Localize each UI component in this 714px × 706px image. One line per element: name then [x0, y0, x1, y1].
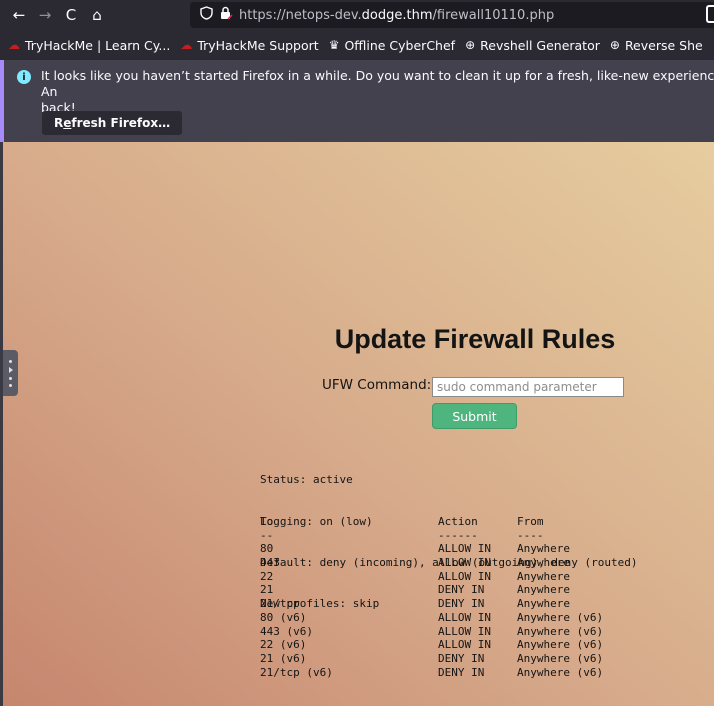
- home-button[interactable]: ⌂: [84, 2, 110, 28]
- home-icon: ⌂: [92, 6, 102, 24]
- back-button[interactable]: ←: [6, 2, 32, 28]
- column-header-action: Action: [438, 515, 478, 528]
- bookmark-label: TryHackMe Support: [197, 37, 319, 53]
- reload-icon: C: [65, 6, 77, 24]
- bookmark-item[interactable]: ♛ Offline CyberChef: [329, 38, 455, 53]
- sidebar-toggle-handle[interactable]: [3, 350, 18, 396]
- shield-icon[interactable]: [200, 6, 213, 24]
- reader-view-icon[interactable]: [706, 5, 714, 23]
- ufw-command-input[interactable]: [432, 377, 624, 397]
- bookmark-label: Offline CyberChef: [344, 37, 456, 53]
- url-host: dodge.thm: [361, 7, 433, 23]
- table-row: 22 ALLOW IN Anywhere: [260, 569, 570, 583]
- page-title: Update Firewall Rules: [334, 324, 616, 354]
- rules-separator-row: -- ------ ----: [260, 528, 544, 542]
- notification-message-line-1: It looks like you haven’t started Firefo…: [41, 68, 714, 99]
- forward-button[interactable]: →: [32, 2, 58, 28]
- refresh-firefox-button[interactable]: Refresh Firefox…: [42, 111, 183, 135]
- bookmarks-toolbar: ☁ TryHackMe | Learn Cy... ☁ TryHackMe Su…: [0, 30, 714, 60]
- globe-icon: ⊕: [609, 38, 620, 52]
- status-line: Status: active: [260, 473, 353, 487]
- bookmark-item[interactable]: ☁ TryHackMe | Learn Cy...: [8, 38, 170, 53]
- bookmark-item[interactable]: ⊕ Revshell Generator: [465, 38, 600, 53]
- refresh-firefox-notification: i It looks like you haven’t started Fire…: [0, 60, 714, 142]
- bookmark-label: TryHackMe | Learn Cy...: [25, 37, 171, 53]
- bookmark-label: Revshell Generator: [480, 37, 600, 53]
- thm-icon: ☁: [180, 38, 193, 52]
- ufw-command-label: UFW Command:: [322, 377, 432, 393]
- bookmark-item[interactable]: ⊕ Reverse She: [610, 38, 703, 53]
- table-row: 80 ALLOW IN Anywhere: [260, 542, 570, 556]
- chef-icon: ♛: [328, 38, 340, 52]
- url-path: /firewall10110.php: [432, 7, 555, 23]
- reload-button[interactable]: C: [58, 2, 84, 28]
- table-row: 21 DENY IN Anywhere: [260, 583, 570, 597]
- navigation-toolbar: ← → C ⌂ https://netops-dev.dodge.thm/fir…: [0, 0, 714, 30]
- bookmark-item[interactable]: ☁ TryHackMe Support: [180, 38, 318, 53]
- globe-icon: ⊕: [465, 38, 476, 52]
- table-row: 21/tcp DENY IN Anywhere: [260, 597, 570, 611]
- firewall-rules-table: To Action From -- ------ ---- 80 ALLOW I…: [260, 515, 637, 679]
- lock-icon[interactable]: [219, 6, 233, 24]
- table-row: 21 (v6) DENY IN Anywhere (v6): [260, 651, 604, 665]
- table-row: 443 ALLOW IN Anywhere: [260, 556, 570, 570]
- table-row: 443 (v6) ALLOW IN Anywhere (v6): [260, 624, 604, 638]
- submit-button[interactable]: Submit: [432, 403, 517, 429]
- url-scheme: https://netops-dev.: [239, 7, 362, 23]
- bookmark-label: Reverse She: [624, 37, 703, 53]
- table-row: 22 (v6) ALLOW IN Anywhere (v6): [260, 638, 604, 652]
- rules-header-row: To Action From: [260, 515, 637, 529]
- arrow-left-icon: ←: [12, 6, 26, 24]
- table-row: 80 (v6) ALLOW IN Anywhere (v6): [260, 610, 604, 624]
- table-row: 21/tcp (v6) DENY IN Anywhere (v6): [260, 665, 604, 679]
- sidebar-edge: [0, 142, 3, 706]
- chevron-right-icon: [8, 366, 13, 373]
- url-bar[interactable]: https://netops-dev.dodge.thm/firewall101…: [190, 2, 714, 28]
- arrow-right-icon: →: [38, 6, 52, 24]
- info-icon: i: [17, 70, 31, 84]
- notification-message: It looks like you haven’t started Firefo…: [41, 68, 714, 116]
- column-header-to: To: [260, 515, 274, 528]
- column-header-from: From: [517, 515, 544, 528]
- page-content: Update Firewall Rules UFW Command: Submi…: [0, 142, 714, 706]
- thm-icon: ☁: [8, 38, 20, 52]
- url-text: https://netops-dev.dodge.thm/firewall101…: [239, 8, 554, 23]
